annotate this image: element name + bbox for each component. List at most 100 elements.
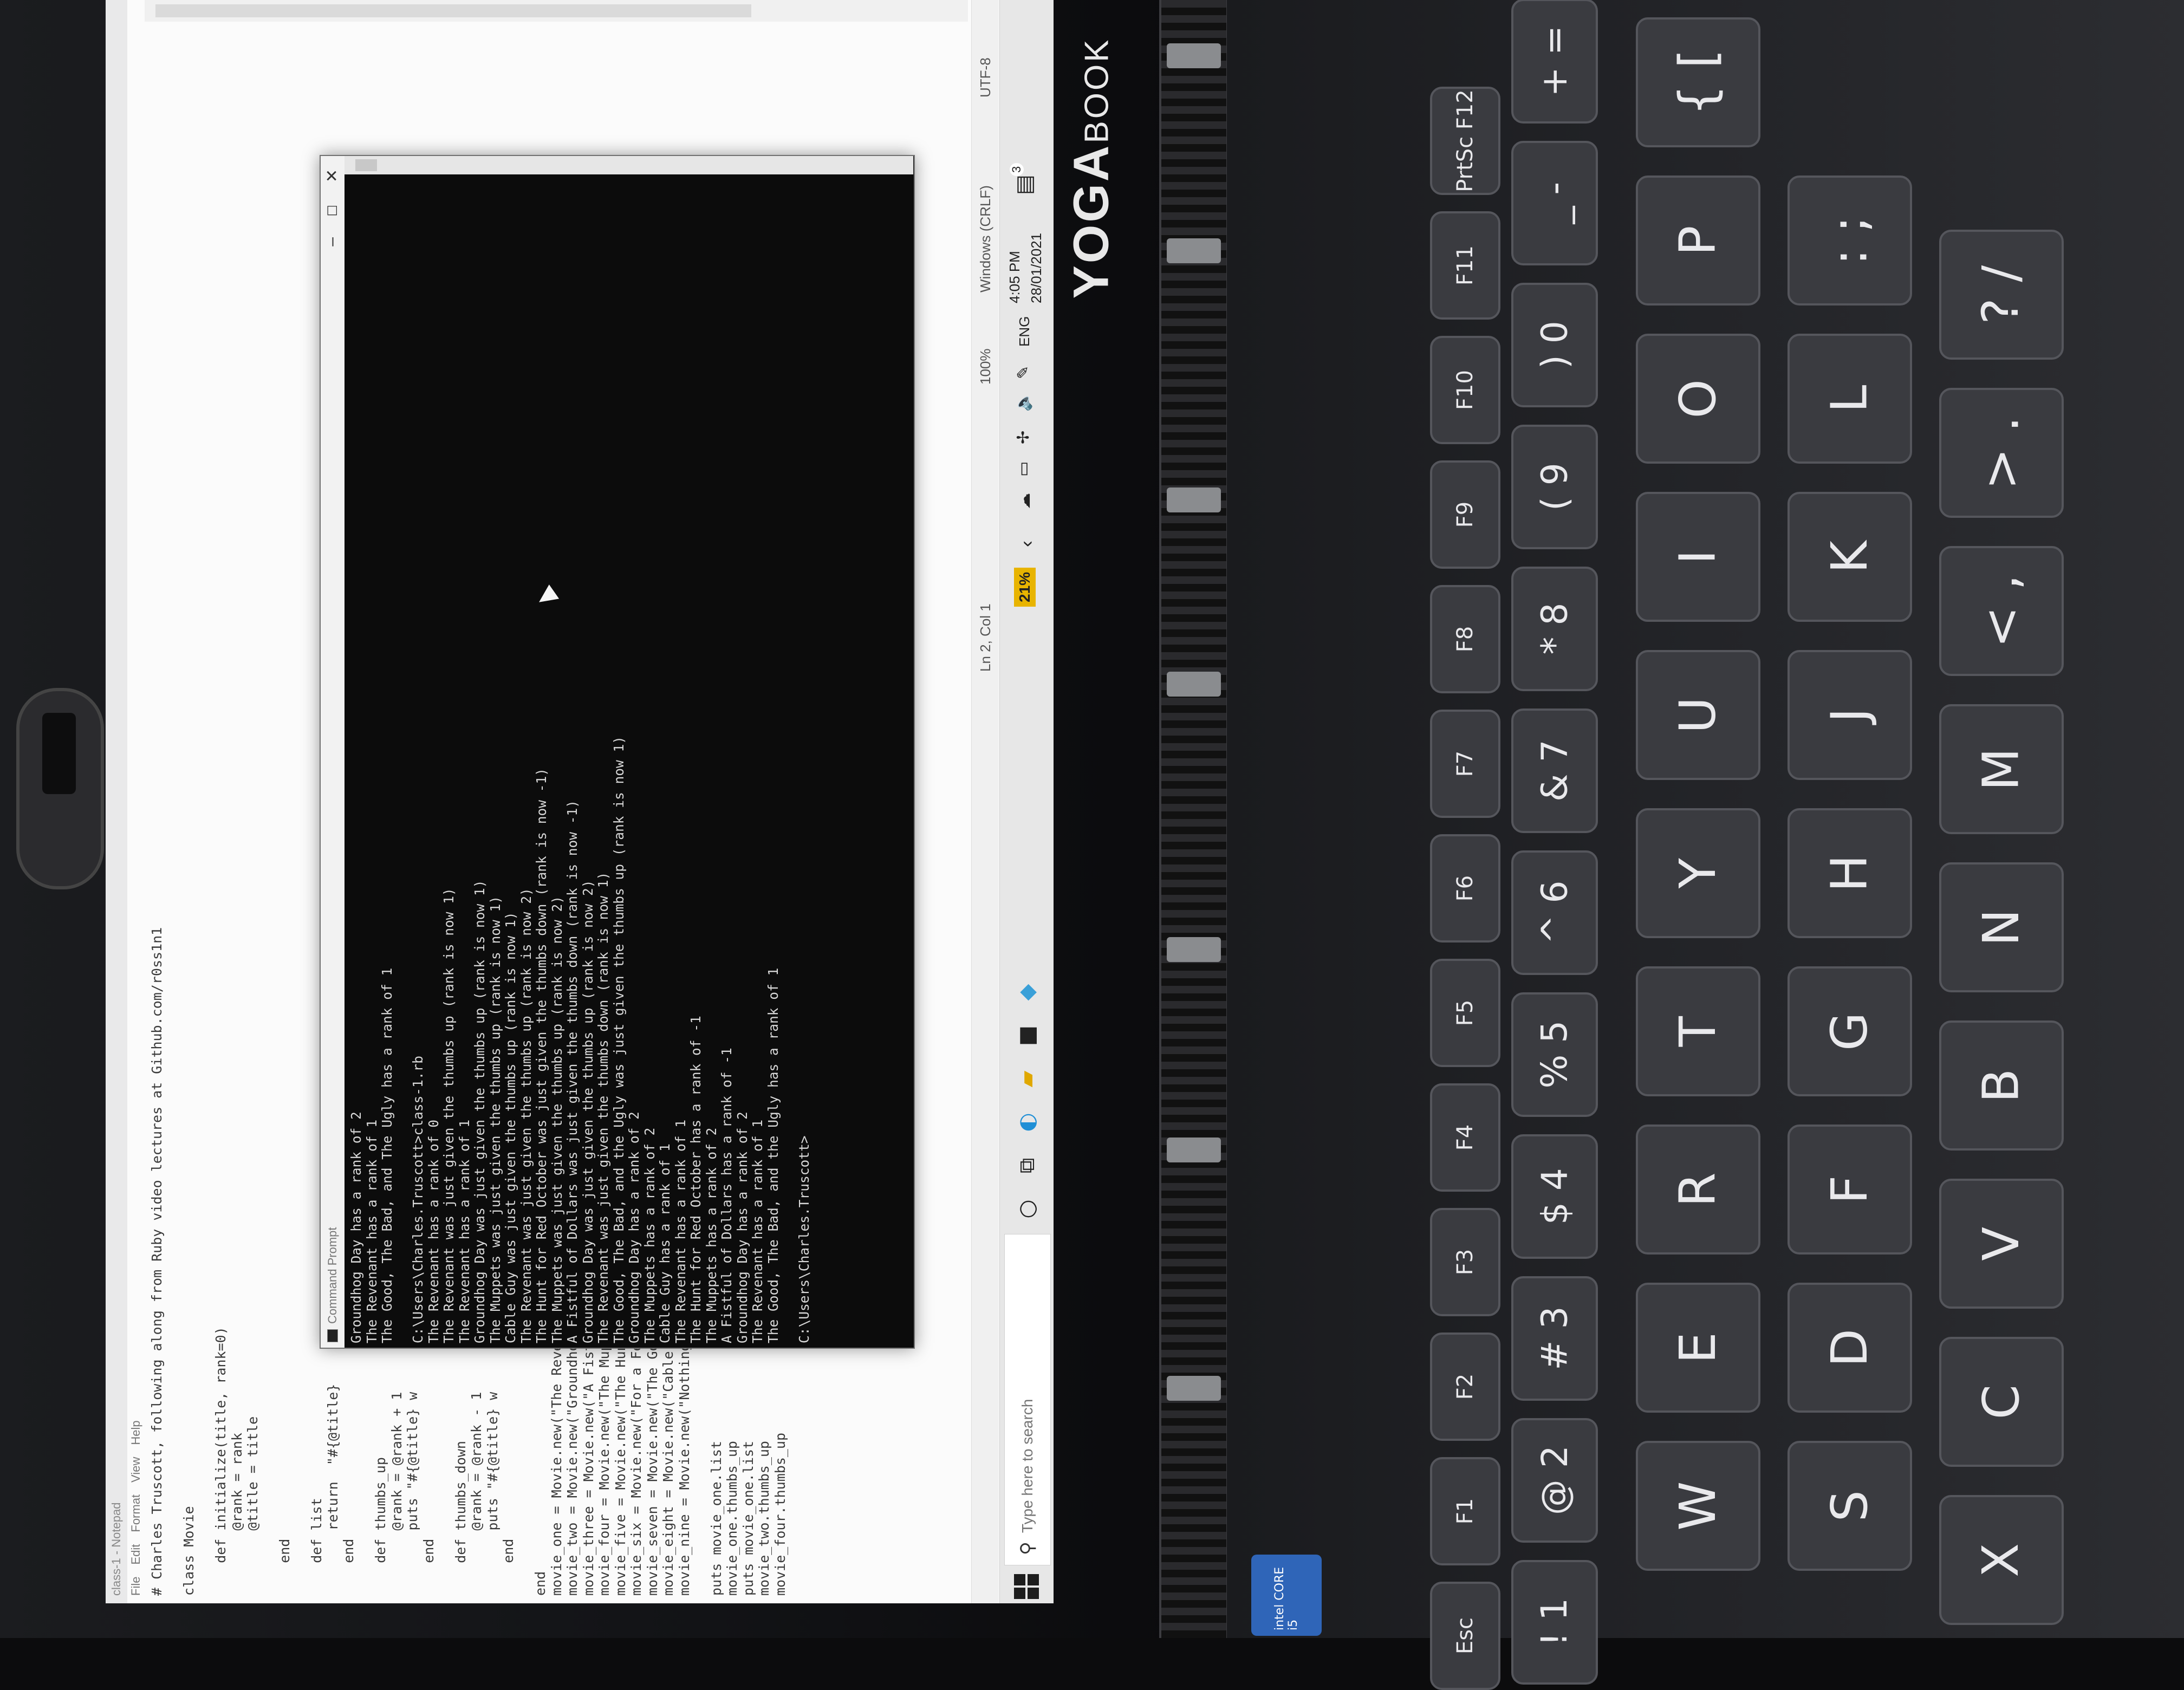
key-bottom-row[interactable]: < , xyxy=(1939,546,2064,676)
cmd-output-line xyxy=(781,179,797,1343)
key-number-row[interactable]: % 5 xyxy=(1511,992,1598,1117)
key-qwerty-row[interactable]: I xyxy=(1636,492,1760,622)
key-home-row[interactable]: D xyxy=(1787,1283,1912,1413)
key-number-row[interactable]: $ 4 xyxy=(1511,1134,1598,1259)
key-number-row[interactable]: ( 9 xyxy=(1511,425,1598,549)
notifications-icon[interactable]: ▤ xyxy=(1012,174,1037,195)
key-bottom-row[interactable]: > . xyxy=(1939,388,2064,518)
cmd-output-line: The Revenant was just given the thumbs d… xyxy=(595,872,611,1343)
line-ending: Windows (CRLF) xyxy=(977,185,993,292)
clock-date[interactable]: 28/01/2021 xyxy=(1028,233,1045,303)
cmd-output-line: C:\Users\Charles.Truscott> xyxy=(796,1135,812,1343)
key-bottom-row[interactable]: M xyxy=(1939,704,2064,834)
key-bottom-row[interactable]: V xyxy=(1939,1179,2064,1309)
command-prompt-taskbar-icon[interactable]: ■ xyxy=(1012,1020,1042,1051)
zoom-level: 100% xyxy=(977,348,993,385)
code-line: # Charles Truscott, following along from… xyxy=(149,927,165,1596)
close-icon[interactable]: ✕ xyxy=(323,169,342,183)
key-fn-row[interactable]: F6 xyxy=(1430,834,1500,942)
key-fn-row[interactable]: F8 xyxy=(1430,585,1500,693)
cmd-output-line: The Hunt for Red October was just given … xyxy=(534,768,549,1343)
search-input[interactable] xyxy=(1018,1261,1037,1535)
key-number-row[interactable]: + = xyxy=(1511,0,1598,123)
key-fn-row[interactable]: F2 xyxy=(1430,1332,1500,1441)
cmd-vertical-scrollbar[interactable] xyxy=(344,156,913,174)
cmd-output-line: C:\Users\Charles.Truscott>class-1.rb xyxy=(410,1055,426,1343)
task-view-icon[interactable]: ⧉ xyxy=(1012,1150,1042,1181)
key-number-row[interactable]: ) 0 xyxy=(1511,283,1598,407)
key-home-row[interactable]: S xyxy=(1787,1441,1912,1571)
notepad-titlebar[interactable]: class-1 - Notepad xyxy=(106,0,127,1603)
network-icon[interactable]: ✢ xyxy=(1014,431,1033,444)
key-qwerty-row[interactable]: W xyxy=(1636,1441,1760,1571)
cmd-output-line: Groundhog Day has a rank of 2 xyxy=(349,1112,364,1343)
menu-file[interactable]: File xyxy=(129,1577,143,1596)
key-home-row[interactable]: J xyxy=(1787,650,1912,780)
maximize-icon[interactable]: ☐ xyxy=(325,205,341,217)
key-fn-row[interactable]: Esc xyxy=(1430,1582,1500,1690)
menu-format[interactable]: Format xyxy=(129,1494,143,1532)
battery-icon[interactable]: ▭ xyxy=(1014,461,1033,477)
edge-browser-icon[interactable]: ◐ xyxy=(1012,1107,1042,1138)
cmd-output[interactable]: Groundhog Day has a rank of 2 The Revenan… xyxy=(349,179,909,1343)
input-language[interactable]: ENG xyxy=(1016,316,1033,347)
menu-view[interactable]: View xyxy=(129,1457,143,1483)
taskbar-search[interactable]: ⚲ xyxy=(1004,1234,1051,1565)
key-home-row[interactable]: K xyxy=(1787,492,1912,622)
key-number-row[interactable]: * 8 xyxy=(1511,567,1598,691)
key-number-row[interactable]: ! 1 xyxy=(1511,1560,1598,1685)
key-qwerty-row[interactable]: O xyxy=(1636,334,1760,464)
key-fn-row[interactable]: F3 xyxy=(1430,1208,1500,1316)
key-number-row[interactable]: @ 2 xyxy=(1511,1418,1598,1543)
key-fn-row[interactable]: F10 xyxy=(1430,336,1500,444)
key-bottom-row[interactable]: C xyxy=(1939,1337,2064,1467)
windows-taskbar: ⚲ ○ ⧉ ◐ ▰ ■ ◆ 21% ‹ ☁ ▭ ✢ 🔈 ✎ ENG 4:05 P… xyxy=(999,0,1054,1603)
key-bottom-row[interactable]: X xyxy=(1939,1495,2064,1625)
notepad-vertical-scrollbar[interactable] xyxy=(145,0,968,22)
volume-icon[interactable]: 🔈 xyxy=(1014,392,1033,412)
pen-icon[interactable]: ✎ xyxy=(1014,366,1033,379)
key-bottom-row[interactable]: B xyxy=(1939,1020,2064,1150)
key-qwerty-row[interactable]: U xyxy=(1636,650,1760,780)
key-home-row[interactable]: L xyxy=(1787,334,1912,464)
battery-percentage[interactable]: 21% xyxy=(1014,567,1036,607)
key-fn-row[interactable]: F9 xyxy=(1430,460,1500,569)
key-qwerty-row[interactable]: E xyxy=(1636,1283,1760,1413)
scrollbar-thumb[interactable] xyxy=(155,4,751,17)
cmd-output-line: Groundhog Day has a rank of 2 xyxy=(626,1112,642,1343)
scrollbar-thumb[interactable] xyxy=(355,159,377,171)
key-number-row[interactable]: # 3 xyxy=(1511,1276,1598,1401)
key-fn-row[interactable]: F7 xyxy=(1430,710,1500,818)
key-home-row[interactable]: : ; xyxy=(1787,176,1912,306)
key-home-row[interactable]: F xyxy=(1787,1124,1912,1254)
key-home-row[interactable]: H xyxy=(1787,808,1912,938)
windows-start-button[interactable] xyxy=(1014,1573,1040,1599)
key-number-row[interactable]: ^ 6 xyxy=(1511,850,1598,975)
key-qwerty-row[interactable]: { [ xyxy=(1636,17,1760,147)
key-qwerty-row[interactable]: T xyxy=(1636,966,1760,1096)
key-bottom-row[interactable]: ? / xyxy=(1939,230,2064,360)
file-explorer-icon[interactable]: ▰ xyxy=(1012,1064,1042,1094)
cmd-titlebar[interactable]: Command Prompt – ☐ ✕ xyxy=(321,156,344,1348)
key-bottom-row[interactable]: N xyxy=(1939,862,2064,992)
key-fn-row[interactable]: F11 xyxy=(1430,211,1500,320)
onedrive-icon[interactable]: ☁ xyxy=(1015,493,1034,509)
cortana-icon[interactable]: ○ xyxy=(1012,1194,1042,1224)
key-qwerty-row[interactable]: Y xyxy=(1636,808,1760,938)
key-fn-row[interactable]: F1 xyxy=(1430,1457,1500,1565)
key-fn-row[interactable]: F5 xyxy=(1430,959,1500,1067)
cmd-output-line: The Revenant has a rank of 1 xyxy=(456,1119,472,1343)
menu-edit[interactable]: Edit xyxy=(129,1544,143,1565)
key-home-row[interactable]: G xyxy=(1787,966,1912,1096)
chevron-up-icon[interactable]: ‹ xyxy=(1015,541,1038,547)
key-number-row[interactable]: _ - xyxy=(1511,141,1598,265)
key-fn-row[interactable]: PrtSc F12 xyxy=(1430,87,1500,195)
menu-help[interactable]: Help xyxy=(129,1420,143,1445)
app-taskbar-icon[interactable]: ◆ xyxy=(1012,977,1042,1007)
clock-time[interactable]: 4:05 PM xyxy=(1006,251,1023,303)
key-number-row[interactable]: & 7 xyxy=(1511,708,1598,833)
key-qwerty-row[interactable]: P xyxy=(1636,176,1760,306)
minimize-icon[interactable]: – xyxy=(323,237,341,246)
key-qwerty-row[interactable]: R xyxy=(1636,1124,1760,1254)
key-fn-row[interactable]: F4 xyxy=(1430,1083,1500,1192)
